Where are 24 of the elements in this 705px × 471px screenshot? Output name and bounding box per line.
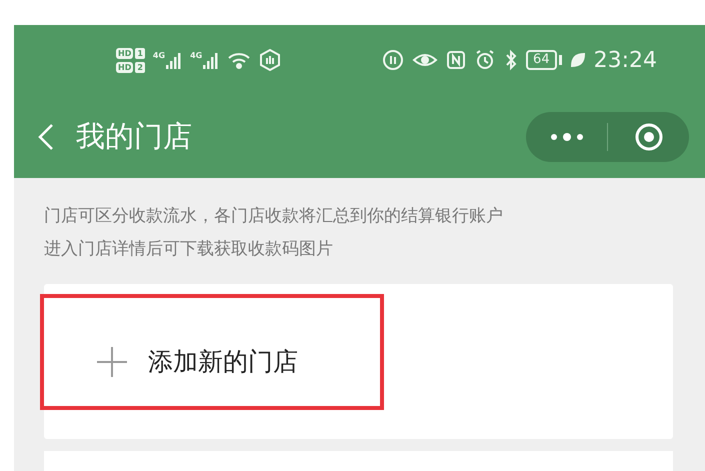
network-type: 4G bbox=[190, 51, 202, 60]
alarm-icon bbox=[474, 49, 496, 71]
notice-text: 门店可区分收款流水，各门店收款将汇总到你的结算银行账户 bbox=[44, 205, 504, 228]
target-icon bbox=[634, 122, 664, 152]
nfc-icon bbox=[446, 50, 466, 70]
sim-slot: 1 bbox=[135, 48, 145, 58]
clock-time: 23:24 bbox=[594, 48, 657, 72]
signal-icon bbox=[203, 51, 220, 69]
leaf-icon bbox=[570, 52, 586, 68]
hd-badge: HD bbox=[116, 48, 134, 58]
hd-badge: HD bbox=[116, 62, 134, 72]
notice-text: 进入门店详情后可下载获取收款码图片 bbox=[44, 238, 334, 261]
sim-slot: 2 bbox=[135, 62, 145, 72]
add-store-button[interactable]: 添加新的门店 bbox=[96, 345, 298, 378]
signal-icon bbox=[166, 51, 182, 69]
page-title: 我的门店 bbox=[76, 118, 193, 154]
wifi-icon bbox=[227, 50, 252, 70]
network-type: 4G bbox=[152, 51, 166, 60]
back-icon[interactable] bbox=[38, 122, 54, 150]
battery-level: 64 bbox=[526, 50, 557, 70]
dots-icon bbox=[550, 132, 584, 140]
bluetooth-icon bbox=[504, 49, 518, 71]
battery-tip-icon bbox=[558, 55, 562, 65]
plus-icon bbox=[96, 346, 128, 378]
